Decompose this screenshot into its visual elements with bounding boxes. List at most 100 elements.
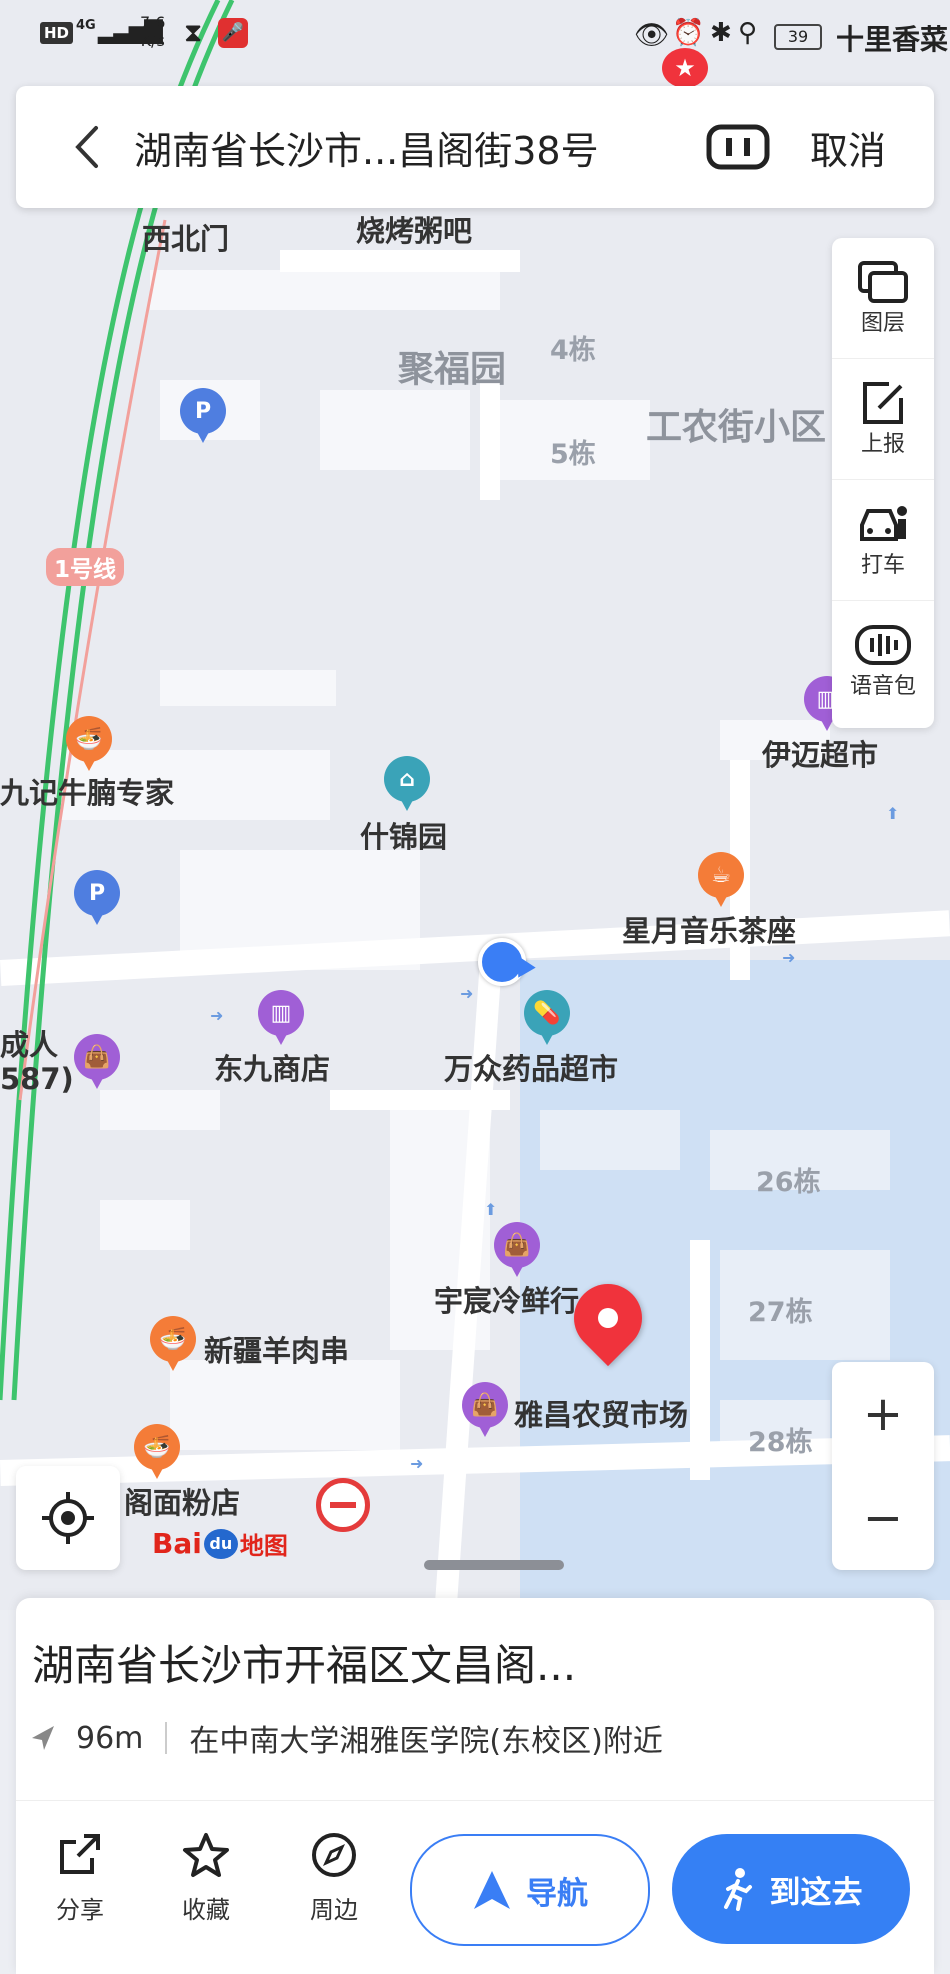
eye-icon: 👁 bbox=[634, 18, 670, 51]
chevron-left-icon[interactable] bbox=[62, 122, 112, 172]
shopping-bag-icon[interactable]: 👜 bbox=[494, 1222, 540, 1277]
building-label: 28栋 bbox=[748, 1427, 813, 1458]
status-bar: HD 4G ▂▃▅▇ 7.6 K/s ⧗ 🎤 👁 ⏰ ✱ ⚲ 39 十里香菜 bbox=[0, 0, 950, 70]
hourglass-icon: ⧗ bbox=[184, 18, 203, 48]
parking-icon[interactable]: P bbox=[74, 870, 120, 925]
nearby-button[interactable]: 周边 bbox=[284, 1832, 384, 1925]
nearby-text: 在中南大学湘雅医学院(东校区)附近 bbox=[189, 1724, 663, 1759]
poi-label[interactable]: 东九商店 bbox=[214, 1046, 330, 1088]
compass-icon bbox=[312, 1833, 356, 1877]
report-label: 上报 bbox=[860, 432, 905, 457]
restaurant-icon[interactable]: 🍜 bbox=[66, 716, 112, 771]
battery-icon: 39 bbox=[774, 24, 822, 50]
navigation-arrow-icon bbox=[474, 1871, 510, 1909]
poi-label[interactable]: 新疆羊肉串 bbox=[204, 1328, 349, 1370]
carrier-text: 十里香菜 bbox=[836, 23, 949, 56]
baidu-map-logo: Bai du 地图 bbox=[152, 1527, 288, 1560]
metro-line-label: 1号线 bbox=[46, 548, 125, 586]
navigate-button[interactable]: 导航 bbox=[410, 1834, 650, 1946]
walking-icon bbox=[723, 1868, 752, 1911]
pharmacy-icon[interactable]: 💊 bbox=[524, 990, 570, 1045]
location-icon: ⚲ bbox=[738, 18, 758, 48]
go-here-button[interactable]: 到这去 bbox=[672, 1834, 910, 1944]
building-label: 27栋 bbox=[748, 1297, 813, 1328]
restaurant-icon[interactable]: 🍜 bbox=[150, 1316, 196, 1371]
alarm-icon: ⏰ bbox=[672, 18, 705, 48]
parking-icon[interactable]: P bbox=[180, 388, 226, 443]
teahouse-icon[interactable]: ☕ bbox=[698, 852, 744, 907]
navigate-label: 导航 bbox=[526, 1875, 588, 1912]
poi-label[interactable]: 烧烤粥吧 bbox=[356, 208, 472, 250]
zoom-out-button[interactable]: − bbox=[832, 1466, 934, 1570]
poi-label[interactable]: 雅昌农贸市场 bbox=[514, 1392, 688, 1434]
favorite-button[interactable]: 收藏 bbox=[156, 1832, 256, 1925]
poi-label[interactable]: 什锦园 bbox=[360, 814, 447, 856]
poi-label[interactable]: 万众药品超市 bbox=[444, 1046, 618, 1088]
nearby-label: 周边 bbox=[310, 1896, 358, 1924]
distance-text: 96m bbox=[76, 1720, 144, 1756]
poi-label[interactable]: 西北门 bbox=[142, 216, 229, 258]
poi-label[interactable]: 伊迈超市 bbox=[762, 732, 878, 774]
building-label: 26栋 bbox=[756, 1167, 821, 1198]
go-here-label: 到这去 bbox=[769, 1874, 863, 1911]
poi-label[interactable]: 宇宸冷鲜行 bbox=[434, 1278, 579, 1320]
taxi-button[interactable]: 打车 bbox=[832, 480, 934, 601]
search-bar: 湖南省长沙市...昌阁街38号 取消 bbox=[16, 86, 934, 208]
oneway-arrow-icon: ⬆ bbox=[484, 1200, 498, 1219]
oneway-arrow-icon: ➜ bbox=[410, 1454, 424, 1473]
shopping-bag-icon[interactable]: 👜 bbox=[74, 1034, 120, 1089]
share-icon bbox=[60, 1834, 100, 1874]
locate-button[interactable] bbox=[16, 1466, 120, 1570]
restaurant-icon[interactable]: 🍜 bbox=[134, 1424, 180, 1479]
store-icon[interactable]: ▥ bbox=[258, 990, 304, 1045]
poi-label[interactable]: 星月音乐茶座 bbox=[622, 908, 796, 950]
voice-pack-label: 语音包 bbox=[849, 674, 916, 699]
layers-button[interactable]: 图层 bbox=[832, 238, 934, 359]
place-info-row: 96m 在中南大学湘雅医学院(东校区)附近 bbox=[30, 1716, 663, 1760]
direction-arrow-icon bbox=[32, 1726, 54, 1750]
taxi-icon bbox=[860, 506, 907, 541]
divider bbox=[16, 1800, 934, 1801]
paw-icon: du bbox=[203, 1528, 238, 1559]
oneway-arrow-icon: ⬆ bbox=[886, 804, 900, 823]
network-speed: 7.6 K/s bbox=[140, 13, 166, 50]
poi-label[interactable]: 阁面粉店 bbox=[124, 1480, 240, 1522]
layers-icon bbox=[858, 261, 908, 303]
zoom-in-button[interactable]: + bbox=[832, 1362, 934, 1466]
sheet-drag-handle[interactable] bbox=[424, 1560, 564, 1570]
zoom-control: + − bbox=[832, 1362, 934, 1570]
share-label: 分享 bbox=[56, 1896, 104, 1924]
map-view[interactable]: 1号线 聚福园 工农街小区 4栋 5栋 26栋 27栋 28栋 P P 🍜 ⌂ … bbox=[0, 0, 950, 1610]
hd-badge: HD bbox=[40, 22, 74, 44]
area-label-jufuyuan: 聚福园 bbox=[398, 349, 507, 390]
taxi-label: 打车 bbox=[860, 553, 905, 578]
layers-label: 图层 bbox=[860, 311, 905, 336]
bluetooth-icon: ✱ bbox=[710, 18, 732, 48]
cancel-button[interactable]: 取消 bbox=[810, 120, 886, 175]
oneway-arrow-icon: ➜ bbox=[460, 984, 474, 1003]
no-entry-icon bbox=[316, 1478, 370, 1532]
edit-report-icon bbox=[863, 382, 903, 424]
map-tools-panel: 图层 上报 打车 语音包 bbox=[832, 238, 934, 728]
poi-label[interactable]: 九记牛腩专家 bbox=[0, 770, 174, 812]
microphone-icon: 🎤 bbox=[218, 18, 248, 48]
ar-scan-icon[interactable] bbox=[706, 124, 770, 170]
poi-label[interactable]: 成人 bbox=[0, 1022, 58, 1064]
oneway-arrow-icon: ➜ bbox=[782, 948, 796, 967]
voice-pack-button[interactable]: 语音包 bbox=[832, 601, 934, 721]
network-type: 4G bbox=[76, 18, 96, 33]
search-query[interactable]: 湖南省长沙市...昌阁街38号 bbox=[134, 120, 599, 175]
building-label: 5栋 bbox=[550, 439, 596, 470]
poi-label[interactable]: 587) bbox=[0, 1062, 74, 1096]
divider bbox=[165, 1722, 168, 1754]
voice-pack-icon bbox=[855, 625, 911, 665]
share-button[interactable]: 分享 bbox=[30, 1832, 130, 1925]
crosshair-icon bbox=[42, 1492, 94, 1544]
oneway-arrow-icon: ➜ bbox=[210, 1006, 224, 1025]
residential-icon[interactable]: ⌂ bbox=[384, 756, 430, 811]
area-label-gongnong: 工农街小区 bbox=[646, 407, 827, 448]
report-button[interactable]: 上报 bbox=[832, 359, 934, 480]
shopping-bag-icon[interactable]: 👜 bbox=[462, 1382, 508, 1437]
favorite-label: 收藏 bbox=[182, 1896, 230, 1924]
building-label: 4栋 bbox=[550, 335, 596, 366]
